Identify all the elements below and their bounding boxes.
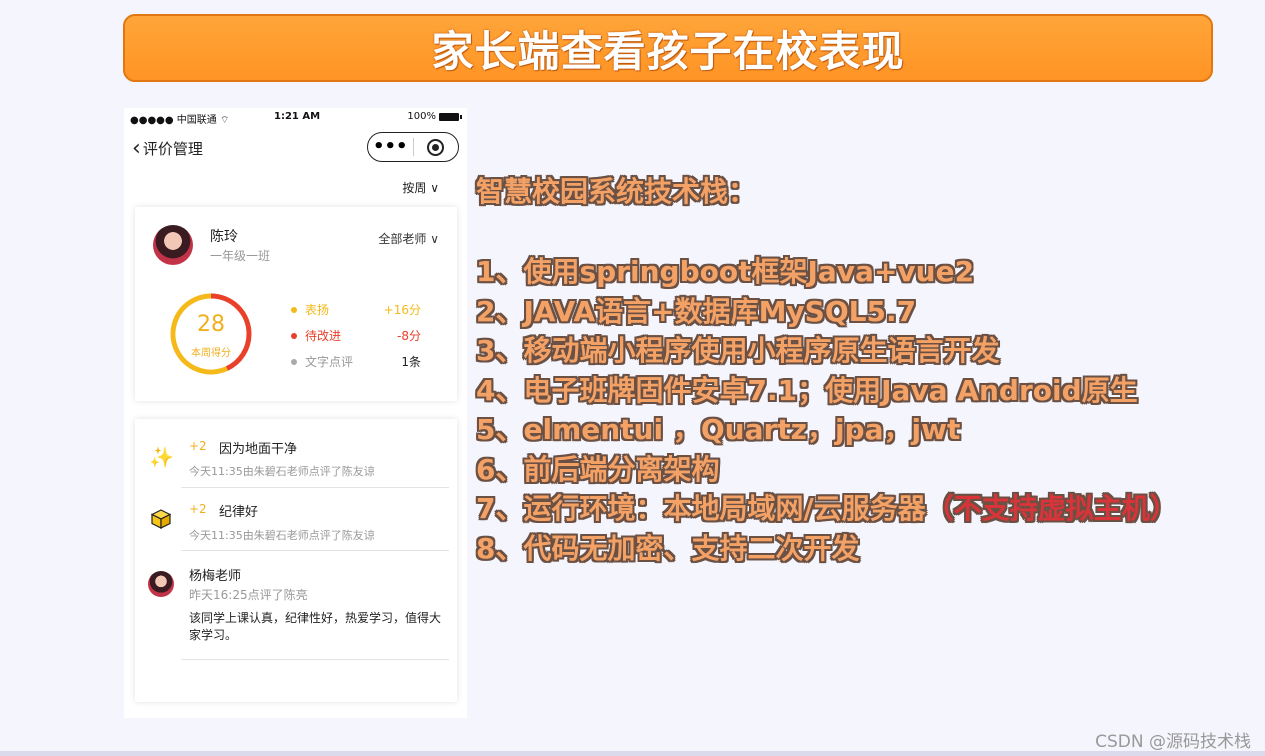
record-reason: 因为地面干净 (219, 442, 298, 457)
cube-icon (151, 509, 171, 529)
tech-item: 6、前后端分离架构 (476, 452, 720, 486)
teacher-avatar (148, 571, 174, 597)
chevron-down-icon: ∨ (430, 181, 439, 195)
student-avatar (153, 225, 193, 265)
score-label: 本周得分 (191, 348, 231, 359)
tech-item: 1、使用springboot框架Java+vue2 (476, 255, 975, 288)
tech-heading: 智慧校园系统技术栈： (476, 175, 757, 208)
miniprogram-capsule: ••• (367, 132, 459, 162)
tech-item: 7、运行环境：本地局域网/云服务器（不支持虚拟主机） (476, 487, 1256, 527)
back-button[interactable]: ‹ 评价管理 (132, 135, 203, 161)
more-icon[interactable]: ••• (368, 138, 413, 156)
teacher-filter-label: 全部老师 (378, 232, 427, 246)
record-meta: 今天11:35由朱碧石老师点评了陈友谅 (189, 529, 375, 542)
score-ring: 28 本周得分 (169, 292, 253, 376)
battery-icon (439, 112, 462, 121)
record-points: +2 (189, 439, 207, 453)
period-filter[interactable]: 按周 ∨ (402, 179, 439, 196)
chevron-down-icon: ∨ (430, 232, 439, 246)
nav-title: 评价管理 (142, 140, 203, 158)
tech-item: 5、elmentui ，Quartz，jpa，jwt (476, 413, 961, 446)
status-bar: ●●●●● 中国联通 ⌔ 1:21 AM 100% (124, 108, 467, 126)
student-name: 陈玲 (210, 229, 238, 245)
tech-item: 2、JAVA语言+数据库MySQL5.7 (476, 294, 917, 328)
legend-comment-label: 文字点评 (305, 355, 354, 369)
student-summary-card: 陈玲 一年级一班 全部老师 ∨ 28 本周得分 表扬 +16分 待改进 -8分 … (135, 207, 457, 401)
comment-text: 该同学上课认真，纪律性好，热爱学习，值得大家学习。 (189, 611, 442, 642)
bottom-bar (0, 751, 1265, 756)
praise-dot-icon (291, 306, 297, 313)
tech-stack-panel: 智慧校园系统技术栈： 1、使用springboot框架Java+vue2 2、J… (476, 170, 1256, 566)
banner-title: 家长端查看孩子在校表现 (431, 26, 905, 76)
record-reason: 纪律好 (219, 505, 259, 520)
score-value: 28 (197, 312, 225, 337)
battery-percent: 100% (407, 111, 436, 122)
chevron-left-icon: ‹ (132, 135, 141, 161)
close-miniprogram-button[interactable] (413, 138, 458, 156)
teacher-filter[interactable]: 全部老师 ∨ (378, 230, 439, 247)
divider (181, 487, 449, 488)
period-label: 按周 (402, 181, 427, 195)
legend-praise-label: 表扬 (305, 303, 330, 317)
legend-praise: 表扬 +16分 (291, 301, 421, 318)
tech-item: 3、移动端小程序使用小程序原生语言开发 (476, 334, 1000, 367)
tech-item: 4、电子班牌固件安卓7.1；使用Java Android原生 (476, 373, 1138, 407)
divider (181, 550, 449, 551)
teacher-name: 杨梅老师 (189, 569, 242, 584)
tech-item: 8、代码无加密、支持二次开发 (476, 531, 860, 565)
record-meta: 今天11:35由朱碧石老师点评了陈友谅 (189, 465, 375, 478)
comment-meta: 昨天16:25点评了陈亮 (189, 588, 308, 602)
clock: 1:21 AM (274, 111, 321, 122)
legend-comment-value: 1条 (401, 355, 421, 369)
battery-indicator: 100% (407, 111, 462, 122)
legend-improve-value: -8分 (397, 329, 421, 343)
evaluation-list-card: ✨ +2 因为地面干净 今天11:35由朱碧石老师点评了陈友谅 +2 纪律好 今… (135, 419, 457, 702)
target-icon (427, 138, 445, 156)
nav-bar: ‹ 评价管理 ••• (124, 130, 467, 166)
student-class: 一年级一班 (210, 249, 271, 263)
tech-item-note: （不支持虚拟主机） (925, 492, 1178, 525)
phone-screenshot: ●●●●● 中国联通 ⌔ 1:21 AM 100% ‹ 评价管理 ••• 按周 … (124, 108, 467, 718)
comment-dot-icon (291, 358, 297, 365)
legend-comment: 文字点评 1条 (291, 353, 421, 370)
page-banner: 家长端查看孩子在校表现 (123, 14, 1213, 82)
record-points: +2 (189, 502, 207, 516)
legend-praise-value: +16分 (383, 303, 421, 317)
legend-improve-label: 待改进 (305, 329, 342, 343)
sparkles-icon: ✨ (149, 445, 174, 469)
improve-dot-icon (291, 332, 297, 339)
tech-item-text: 7、运行环境：本地局域网/云服务器 (476, 492, 926, 525)
divider (181, 659, 449, 660)
watermark: CSDN @源码技术栈 (1095, 732, 1251, 752)
carrier-label: ●●●●● 中国联通 ⌔ (130, 115, 230, 126)
legend-improve: 待改进 -8分 (291, 327, 421, 344)
